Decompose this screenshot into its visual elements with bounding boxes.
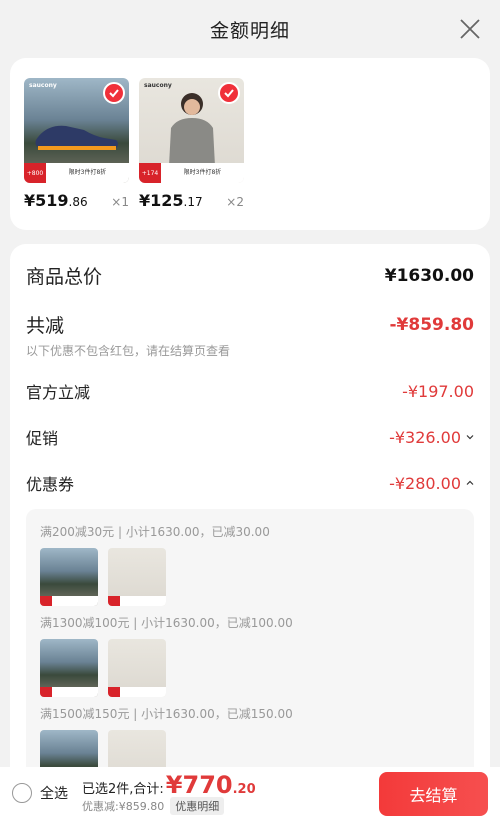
promotion-value: -¥326.00 bbox=[389, 427, 461, 447]
shoe-illustration bbox=[35, 125, 118, 150]
coupon-rule: 满1500减150元 | 小计1630.00，已减150.00 bbox=[40, 707, 293, 721]
person-illustration bbox=[169, 93, 215, 166]
checkout-button[interactable]: 去结算 bbox=[379, 772, 488, 816]
official-value: -¥197.00 bbox=[402, 381, 474, 401]
coupon-rule: 满1300减100元 | 小计1630.00，已减100.00 bbox=[40, 616, 293, 630]
select-all-radio[interactable] bbox=[12, 783, 32, 803]
product-image-shoe[interactable]: saucony +800 限时3件打8折 bbox=[24, 78, 129, 183]
total-amount-decimal: .20 bbox=[232, 782, 256, 797]
product-item[interactable]: saucony +174 限时3件打8折 ¥125.17 ×2 bbox=[139, 78, 244, 230]
summary: 已选2件,合计: ¥770 .20 优惠减:¥859.80 优惠明细 bbox=[82, 771, 256, 815]
mini-product-shoe bbox=[40, 548, 98, 606]
amount-detail-card: 商品总价 ¥1630.00 共减 -¥859.80 以下优惠不包含红包，请在结算… bbox=[10, 244, 490, 804]
discount-row: 共减 -¥859.80 bbox=[26, 311, 474, 338]
coupon-products bbox=[40, 639, 460, 697]
promo-banner: +174 限时3件打8折 bbox=[139, 163, 244, 183]
brand-label: saucony bbox=[29, 82, 57, 89]
chevron-up-icon[interactable] bbox=[466, 479, 474, 487]
coupon-rule: 满200减30元 | 小计1630.00，已减30.00 bbox=[40, 525, 270, 539]
page-title: 金额明细 bbox=[209, 19, 290, 42]
discount-summary: 优惠减:¥859.80 bbox=[82, 800, 165, 813]
select-all-label[interactable]: 全选 bbox=[40, 783, 68, 803]
official-label: 官方立减 bbox=[26, 383, 91, 402]
product-qty: ×2 bbox=[226, 195, 244, 209]
product-item[interactable]: saucony +800 限时3件打8折 ¥519.86 ×1 bbox=[24, 78, 129, 230]
checked-icon[interactable] bbox=[218, 82, 240, 104]
discount-value: -¥859.80 bbox=[389, 314, 475, 335]
selected-count-text: 已选2件,合计: bbox=[82, 782, 164, 797]
discount-label: 共减 bbox=[26, 315, 65, 337]
coupon-label: 优惠券 bbox=[26, 475, 75, 494]
total-value: ¥1630.00 bbox=[384, 265, 474, 286]
close-icon[interactable] bbox=[458, 17, 482, 41]
promotion-row[interactable]: 促销 -¥326.00 bbox=[26, 425, 474, 449]
official-discount-row: 官方立减 -¥197.00 bbox=[26, 379, 474, 403]
promo-text: 限时3件打8折 bbox=[183, 169, 222, 176]
coupon-detail-box: 满200减30元 | 小计1630.00，已减30.00 满1300减100元 … bbox=[26, 509, 474, 789]
selected-products-card: saucony +800 限时3件打8折 ¥519.86 ×1 saucony bbox=[10, 58, 490, 230]
promo-amount: +800 bbox=[24, 163, 46, 183]
mini-product-tshirt bbox=[108, 639, 166, 697]
product-qty: ×1 bbox=[111, 195, 129, 209]
coupon-products bbox=[40, 548, 460, 606]
checked-icon[interactable] bbox=[103, 82, 125, 104]
total-amount: ¥770 bbox=[165, 771, 233, 799]
mini-product-tshirt bbox=[108, 548, 166, 606]
coupon-value: -¥280.00 bbox=[389, 473, 461, 493]
product-price: ¥519.86 bbox=[24, 191, 88, 210]
discount-note: 以下优惠不包含红包，请在结算页查看 bbox=[26, 344, 231, 358]
brand-label: saucony bbox=[144, 82, 172, 89]
product-image-tshirt[interactable]: saucony +174 限时3件打8折 bbox=[139, 78, 244, 183]
promo-text: 限时3件打8折 bbox=[68, 169, 107, 176]
header: 金额明细 bbox=[0, 0, 500, 58]
discount-detail-tag[interactable]: 优惠明细 bbox=[170, 797, 225, 815]
promo-banner: +800 限时3件打8折 bbox=[24, 163, 129, 183]
total-label: 商品总价 bbox=[26, 266, 103, 288]
product-price: ¥125.17 bbox=[139, 191, 203, 210]
total-row: 商品总价 ¥1630.00 bbox=[26, 262, 474, 289]
promotion-label: 促销 bbox=[26, 429, 59, 448]
promo-amount: +174 bbox=[139, 163, 161, 183]
mini-product-shoe bbox=[40, 639, 98, 697]
chevron-down-icon[interactable] bbox=[466, 433, 474, 441]
coupon-row[interactable]: 优惠券 -¥280.00 bbox=[26, 471, 474, 495]
checkout-bar: 全选 已选2件,合计: ¥770 .20 优惠减:¥859.80 优惠明细 去结… bbox=[0, 767, 500, 819]
